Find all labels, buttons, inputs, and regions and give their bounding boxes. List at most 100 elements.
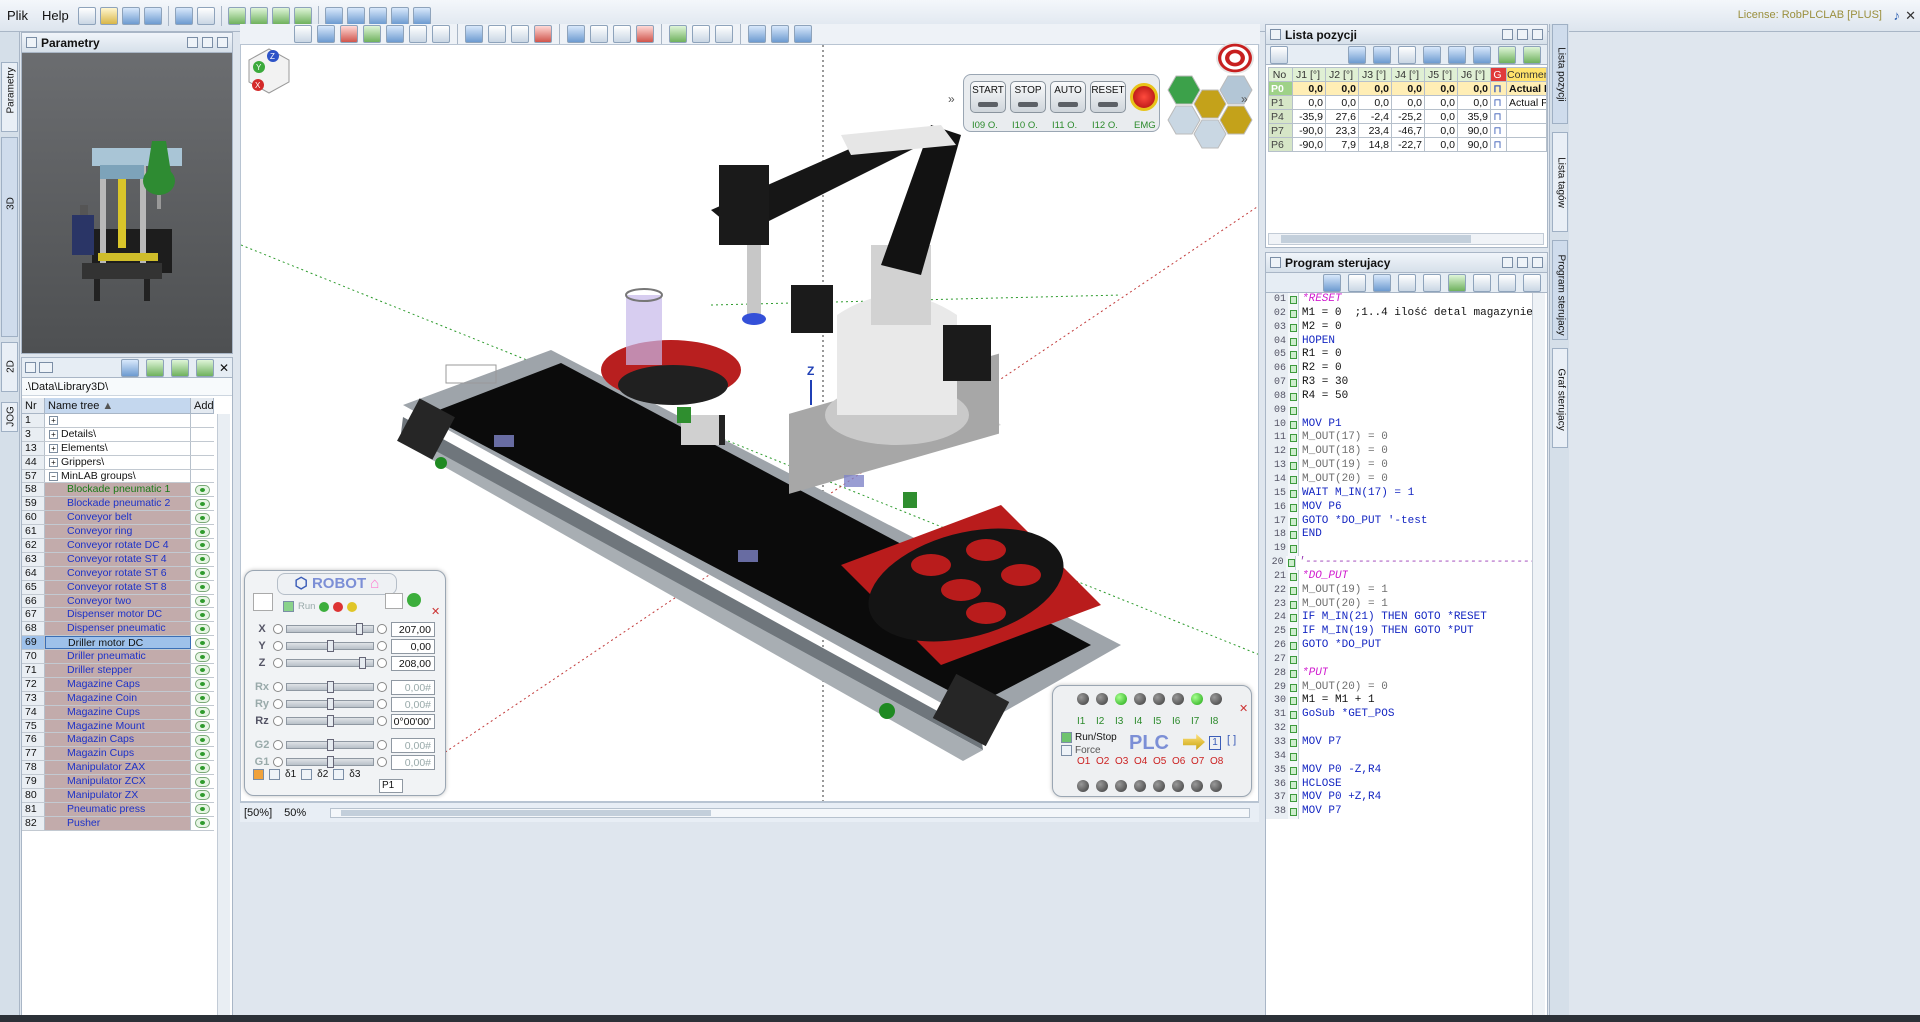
axis-decrease-button[interactable]: [273, 658, 283, 668]
add-item-button[interactable]: [195, 707, 210, 718]
copy-icon[interactable]: [120, 358, 139, 377]
code-line[interactable]: 04 HOPEN: [1266, 334, 1532, 349]
code-line[interactable]: 08 R4 = 50: [1266, 389, 1532, 404]
add-item-button[interactable]: [195, 526, 210, 537]
position-row[interactable]: P6 -90,0 7,9 14,8 -22,7 0,0 90,0 ⊓: [1268, 137, 1547, 152]
library-row[interactable]: 62 Conveyor rotate DC 4: [22, 539, 214, 553]
positions-h-scrollbar[interactable]: [1268, 233, 1544, 245]
axis-value[interactable]: 0°00'00': [391, 713, 435, 729]
monitor-icon[interactable]: [174, 6, 193, 25]
point-icon[interactable]: [488, 25, 506, 43]
new-file-icon[interactable]: [77, 6, 96, 25]
code-line[interactable]: 33 MOV P7: [1266, 736, 1532, 750]
expand-icon[interactable]: +: [49, 457, 58, 467]
close-icon[interactable]: ✕: [431, 605, 440, 618]
gripper-icon[interactable]: [1270, 45, 1288, 64]
link-icon[interactable]: [590, 25, 608, 43]
positions-header-cell[interactable]: Comment: [1506, 67, 1547, 82]
add-item-button[interactable]: [195, 484, 210, 495]
positions-header-cell[interactable]: J5 [°]: [1424, 67, 1458, 82]
eraser-icon[interactable]: [636, 25, 654, 43]
option-checkbox[interactable]: [253, 769, 264, 780]
axis-slider[interactable]: [286, 756, 374, 768]
open-folder-icon[interactable]: [99, 6, 118, 25]
axis-slider-knob[interactable]: [355, 623, 363, 635]
add-item-button[interactable]: [195, 734, 210, 745]
code-line[interactable]: 34: [1266, 749, 1532, 764]
cube-icon[interactable]: [567, 25, 585, 43]
add-item-button[interactable]: [195, 568, 210, 579]
frame-icon[interactable]: [253, 593, 273, 611]
stop-button[interactable]: STOP: [1010, 81, 1046, 113]
remove-position-icon[interactable]: [1523, 45, 1541, 64]
tab-parametry[interactable]: Parametry: [1, 62, 18, 132]
code-line[interactable]: 32: [1266, 722, 1532, 736]
box-icon[interactable]: [145, 358, 164, 377]
menu-help[interactable]: Help: [35, 0, 76, 32]
scroll-thumb[interactable]: [341, 809, 712, 816]
delta3-checkbox[interactable]: [333, 769, 345, 780]
add-item-button[interactable]: [195, 596, 210, 607]
code-line[interactable]: 14 M_OUT(20) = 0: [1266, 472, 1532, 487]
library-row[interactable]: 69 Driller motor DC: [22, 636, 214, 651]
code-line[interactable]: 06 R2 = 0: [1266, 362, 1532, 377]
code-line[interactable]: 11 M_OUT(17) = 0: [1266, 431, 1532, 446]
code-line[interactable]: 20 '-------------------------------------…: [1266, 556, 1532, 570]
add-item-button[interactable]: [195, 498, 210, 509]
indent-icon[interactable]: [1498, 273, 1516, 292]
axis-decrease-button[interactable]: [273, 641, 283, 651]
axis-increase-button[interactable]: [377, 757, 387, 767]
brackets-icon[interactable]: [ ]: [1227, 734, 1236, 746]
delta1-checkbox[interactable]: [269, 769, 280, 780]
axis-slider[interactable]: [286, 681, 374, 693]
add-item-button[interactable]: [195, 721, 210, 732]
measure-icon[interactable]: [511, 25, 529, 43]
code-line[interactable]: 18 END: [1266, 528, 1532, 543]
code-line[interactable]: 07 R3 = 30: [1266, 376, 1532, 390]
code-line[interactable]: 26 GOTO *DO_PUT: [1266, 639, 1532, 653]
close-icon[interactable]: [217, 37, 228, 48]
code-line[interactable]: 19: [1266, 542, 1532, 557]
layout-1-icon[interactable]: [324, 6, 343, 25]
add-position-icon[interactable]: [1498, 45, 1516, 64]
axis-gizmo[interactable]: Y Z X: [245, 47, 293, 95]
position-gripper-cell[interactable]: ⊓: [1490, 109, 1507, 124]
gear-green-icon[interactable]: [227, 6, 246, 25]
expand-icon[interactable]: +: [49, 429, 58, 439]
code-line[interactable]: 29 M_OUT(20) = 0: [1266, 680, 1532, 695]
reset-button[interactable]: RESET: [1090, 81, 1126, 113]
axis-slider-knob[interactable]: [327, 756, 334, 768]
library-row[interactable]: 13 + Elements\: [22, 441, 214, 456]
settings-icon[interactable]: [1517, 29, 1528, 40]
rotate-view-icon[interactable]: [317, 25, 335, 43]
list-icon[interactable]: [25, 362, 36, 373]
breakpoint-icon[interactable]: [1398, 273, 1416, 292]
confirm-icon[interactable]: [407, 593, 421, 607]
axis-decrease-button[interactable]: [273, 682, 283, 692]
library-row[interactable]: 44 + Grippers\: [22, 455, 214, 470]
add-item-button[interactable]: [195, 623, 210, 634]
save-position-icon[interactable]: [1348, 45, 1366, 64]
axis-value[interactable]: 0,00: [391, 638, 435, 654]
position-field[interactable]: P1: [379, 779, 403, 793]
code-line[interactable]: 27: [1266, 652, 1532, 667]
tab-3d[interactable]: 3D: [1, 137, 18, 337]
fit-icon[interactable]: [386, 25, 404, 43]
close-icon[interactable]: [1532, 257, 1543, 268]
home-icon[interactable]: ⌂: [370, 575, 379, 592]
add-item-button[interactable]: [195, 540, 210, 551]
close-icon[interactable]: ✕: [1905, 8, 1916, 24]
target-icon[interactable]: [1216, 42, 1254, 74]
music-icon[interactable]: ♪: [1894, 8, 1901, 23]
add-item-button[interactable]: [195, 609, 210, 620]
expand-icon[interactable]: +: [49, 416, 58, 425]
library-row[interactable]: 1 +: [22, 414, 214, 428]
library-row[interactable]: 71 Driller stepper: [22, 664, 214, 678]
scroll-thumb[interactable]: [1281, 235, 1471, 243]
axis-slider[interactable]: [286, 657, 374, 669]
add-item-button[interactable]: [195, 554, 210, 565]
code-line[interactable]: 16 MOV P6: [1266, 500, 1532, 515]
add-item-button[interactable]: [195, 582, 210, 593]
code-line[interactable]: 03 M2 = 0: [1266, 320, 1532, 335]
add-item-button[interactable]: [195, 679, 210, 690]
